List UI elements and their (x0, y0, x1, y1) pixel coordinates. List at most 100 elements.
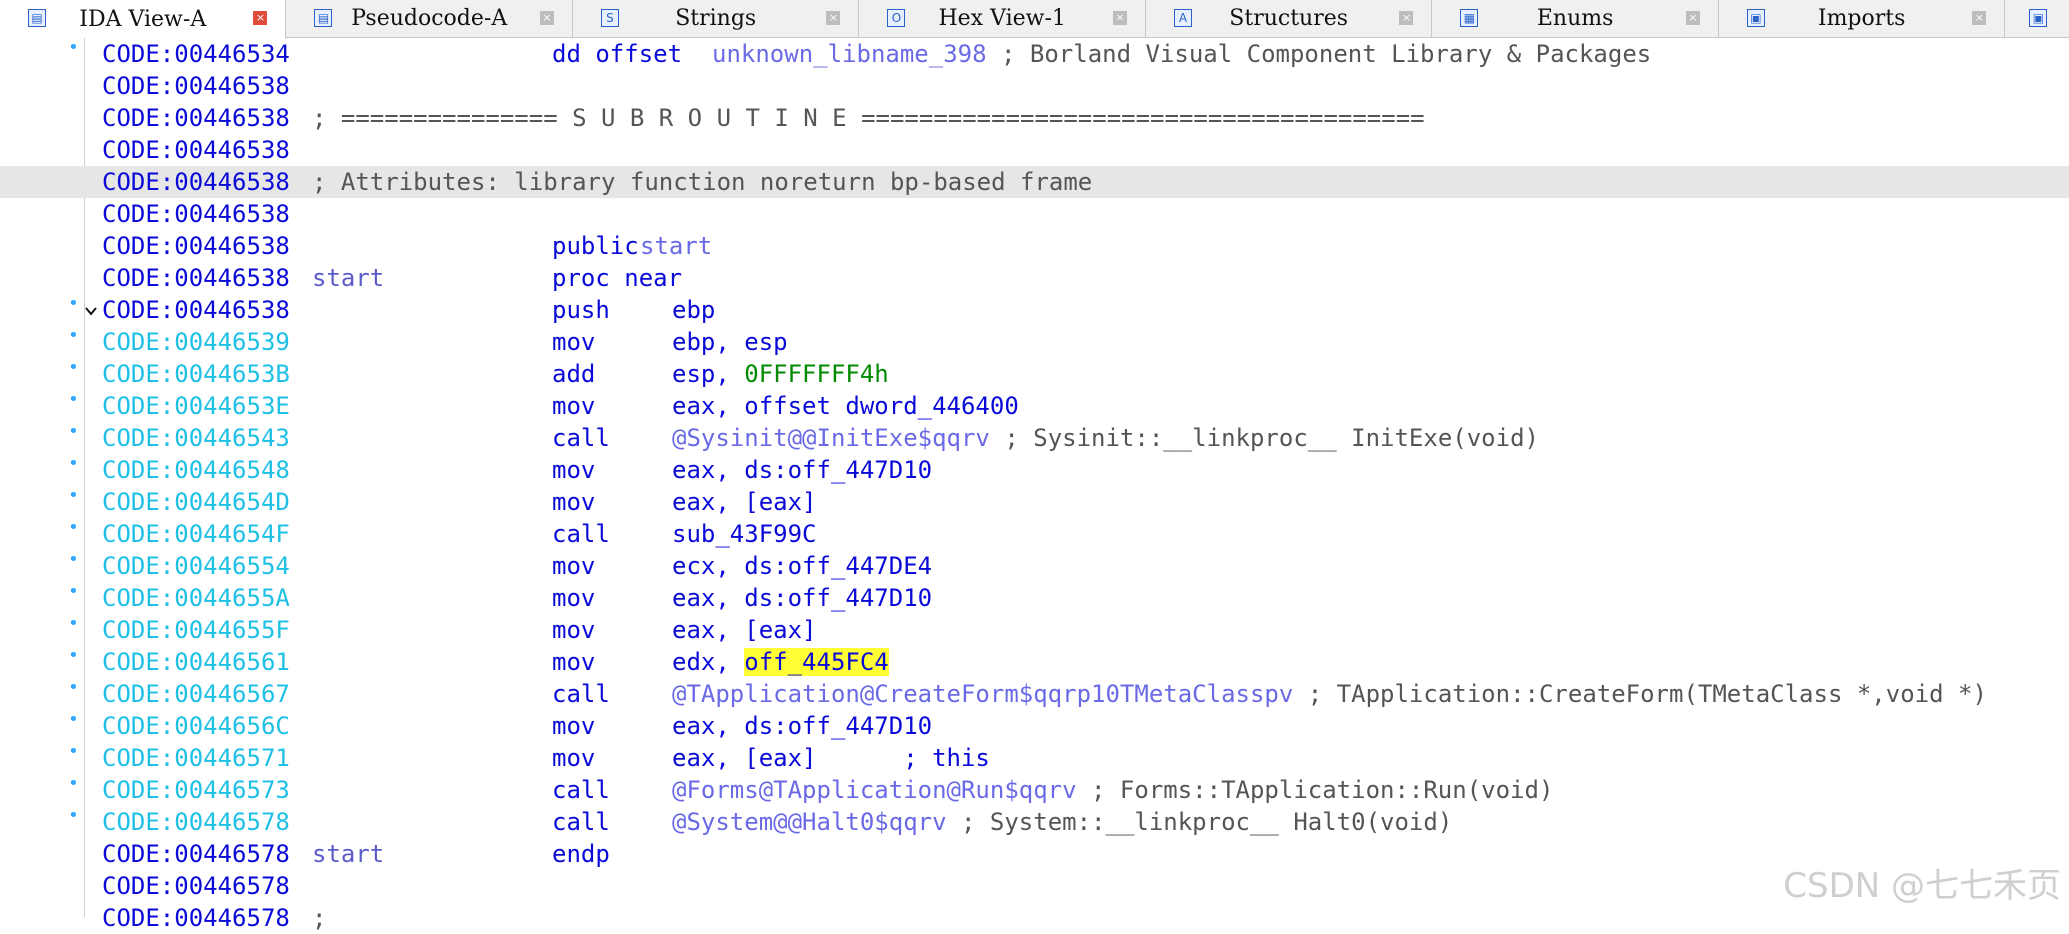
instruction-operands[interactable]: esp, 0FFFFFFF4h (672, 358, 889, 390)
listing-line[interactable]: • CODE:0044655F mov eax, [eax] (0, 614, 2069, 646)
instruction-mnemonic[interactable]: mov (552, 390, 595, 422)
operand-text[interactable]: ebp, esp (672, 328, 788, 356)
listing-line[interactable]: • CODE:00446534 dd offset unknown_libname_3… (0, 38, 2069, 70)
operand-text[interactable]: eax, ds:off_447D10 (672, 584, 932, 612)
breakpoint-dot-icon[interactable]: • (68, 710, 79, 730)
close-icon[interactable]: × (539, 11, 554, 25)
instruction-mnemonic[interactable]: proc near (552, 262, 682, 294)
operand-text[interactable]: edx, (672, 648, 744, 676)
address[interactable]: CODE:00446538 (102, 262, 290, 294)
breakpoint-dot-icon[interactable]: • (68, 742, 79, 762)
operand-text[interactable]: eax, offset dword_446400 (672, 392, 1019, 420)
listing-line[interactable]: • CODE:0044653E mov eax, offset dword_44640… (0, 390, 2069, 422)
listing-line[interactable]: CODE:00446538 ; Attributes: library funct… (0, 166, 2069, 198)
breakpoint-dot-icon[interactable]: • (68, 390, 79, 410)
listing-line[interactable]: • CODE:00446578 call @System@@Halt0$qqrv ; … (0, 806, 2069, 838)
address[interactable]: CODE:00446538 (102, 102, 290, 134)
instruction-mnemonic[interactable]: call (552, 518, 610, 550)
instruction-operands[interactable]: eax, offset dword_446400 (672, 390, 1019, 422)
address[interactable]: CODE:00446538 (102, 294, 290, 326)
address[interactable]: CODE:00446578 (102, 870, 290, 902)
breakpoint-dot-icon[interactable]: • (68, 422, 79, 442)
close-icon[interactable]: × (1685, 11, 1700, 25)
instruction-operands[interactable]: start (640, 230, 712, 262)
symbol-name[interactable]: unknown_libname_398 (712, 40, 987, 68)
address[interactable]: CODE:00446534 (102, 38, 290, 70)
breakpoint-dot-icon[interactable]: • (68, 550, 79, 570)
operand-text[interactable]: esp, (672, 360, 744, 388)
instruction-mnemonic[interactable]: mov (552, 710, 595, 742)
instruction-operands[interactable]: eax, ds:off_447D10 (672, 454, 932, 486)
address[interactable]: CODE:00446578 (102, 838, 290, 870)
listing-line[interactable]: • CODE:0044656C mov eax, ds:off_447D10 (0, 710, 2069, 742)
instruction-mnemonic[interactable]: push (552, 294, 610, 326)
address[interactable]: CODE:00446578 (102, 902, 290, 934)
numeric-operand[interactable]: 0FFFFFFF4h (744, 360, 889, 388)
address[interactable]: CODE:00446554 (102, 550, 290, 582)
instruction-mnemonic[interactable]: mov (552, 614, 595, 646)
breakpoint-dot-icon[interactable]: • (68, 646, 79, 666)
address[interactable]: CODE:00446578 (102, 806, 290, 838)
chevron-down-icon[interactable] (84, 304, 98, 318)
address[interactable]: CODE:00446561 (102, 646, 290, 678)
instruction-mnemonic[interactable]: mov (552, 742, 595, 774)
operand-text[interactable]: eax, [eax] (672, 488, 817, 516)
listing-line[interactable]: • CODE:00446573 call @Forms@TApplication@Ru… (0, 774, 2069, 806)
instruction-operands[interactable]: ecx, ds:off_447DE4 (672, 550, 932, 582)
highlighted-symbol[interactable]: off_445FC4 (744, 648, 889, 676)
instruction-operands[interactable]: eax, [eax] ; this (672, 742, 990, 774)
instruction-operands[interactable]: edx, off_445FC4 (672, 646, 889, 678)
operand-text[interactable]: eax, ds:off_447D10 (672, 456, 932, 484)
breakpoint-dot-icon[interactable]: • (68, 326, 79, 346)
operand-text[interactable]: ecx, ds:off_447DE4 (672, 552, 932, 580)
instruction-mnemonic[interactable]: mov (552, 326, 595, 358)
tab-hex-view-1[interactable]: O Hex View-1 × (859, 0, 1146, 37)
listing-line[interactable]: CODE:00446538 public start (0, 230, 2069, 262)
close-icon[interactable]: × (1972, 11, 1987, 25)
close-icon[interactable]: × (826, 11, 841, 25)
symbol-name[interactable]: start (640, 232, 712, 260)
tab-imports[interactable]: ▣ Imports × (1719, 0, 2006, 37)
listing-line[interactable]: • CODE:0044654F call sub_43F99C (0, 518, 2069, 550)
instruction-operands[interactable]: eax, [eax] (672, 614, 817, 646)
listing-line[interactable]: CODE:00446538 (0, 198, 2069, 230)
symbol-name[interactable]: @TApplication@CreateForm$qqrp10TMetaClas… (672, 680, 1293, 708)
disassembly-listing[interactable]: • CODE:00446534 dd offset unknown_libname_3… (0, 38, 2069, 932)
address[interactable]: CODE:00446539 (102, 326, 290, 358)
operand-text[interactable]: eax, [eax] ; this (672, 744, 990, 772)
instruction-operands[interactable]: ebp, esp (672, 326, 788, 358)
symbol-name[interactable]: @Forms@TApplication@Run$qqrv (672, 776, 1077, 804)
listing-line[interactable]: CODE:00446538 start proc near (0, 262, 2069, 294)
close-icon[interactable]: × (1112, 11, 1127, 25)
listing-line[interactable]: • CODE:00446567 call @TApplication@CreateFo… (0, 678, 2069, 710)
listing-line[interactable]: CODE:00446578; (0, 902, 2069, 934)
tab-ida-view-a[interactable]: ▤ IDA View-A × (0, 0, 287, 38)
breakpoint-dot-icon[interactable]: • (68, 454, 79, 474)
breakpoint-dot-icon[interactable]: • (68, 518, 79, 538)
address[interactable]: CODE:00446538 (102, 198, 290, 230)
instruction-operands[interactable]: @Sysinit@@InitExe$qqrv ; Sysinit::__link… (672, 422, 1539, 454)
listing-line[interactable]: • CODE:00446548 mov eax, ds:off_447D10 (0, 454, 2069, 486)
tab-enums[interactable]: ▦ Enums × (1432, 0, 1719, 37)
tab-structures[interactable]: A Structures × (1146, 0, 1433, 37)
close-icon[interactable]: × (253, 11, 268, 25)
listing-line[interactable]: • CODE:00446561 mov edx, off_445FC4 (0, 646, 2069, 678)
tab-overflow[interactable]: ▣ (2005, 0, 2069, 37)
breakpoint-dot-icon[interactable]: • (68, 806, 79, 826)
listing-line[interactable]: • CODE:00446554 mov ecx, ds:off_447DE4 (0, 550, 2069, 582)
instruction-mnemonic[interactable]: mov (552, 646, 595, 678)
address[interactable]: CODE:00446548 (102, 454, 290, 486)
address[interactable]: CODE:0044655F (102, 614, 290, 646)
symbol-name[interactable]: @Sysinit@@InitExe$qqrv (672, 424, 990, 452)
instruction-mnemonic[interactable]: public (552, 230, 639, 262)
address[interactable]: CODE:0044654D (102, 486, 290, 518)
operand-text[interactable]: ebp (672, 296, 715, 324)
instruction-mnemonic[interactable]: call (552, 774, 610, 806)
instruction-mnemonic[interactable]: mov (552, 454, 595, 486)
breakpoint-dot-icon[interactable]: • (68, 358, 79, 378)
instruction-operands[interactable]: ebp (672, 294, 715, 326)
tab-pseudocode-a[interactable]: ▤ Pseudocode-A × (286, 0, 573, 37)
listing-line[interactable]: • CODE:00446538 push ebp (0, 294, 2069, 326)
listing-line[interactable]: CODE:00446538 (0, 134, 2069, 166)
instruction-operands[interactable]: @System@@Halt0$qqrv ; System::__linkproc… (672, 806, 1452, 838)
